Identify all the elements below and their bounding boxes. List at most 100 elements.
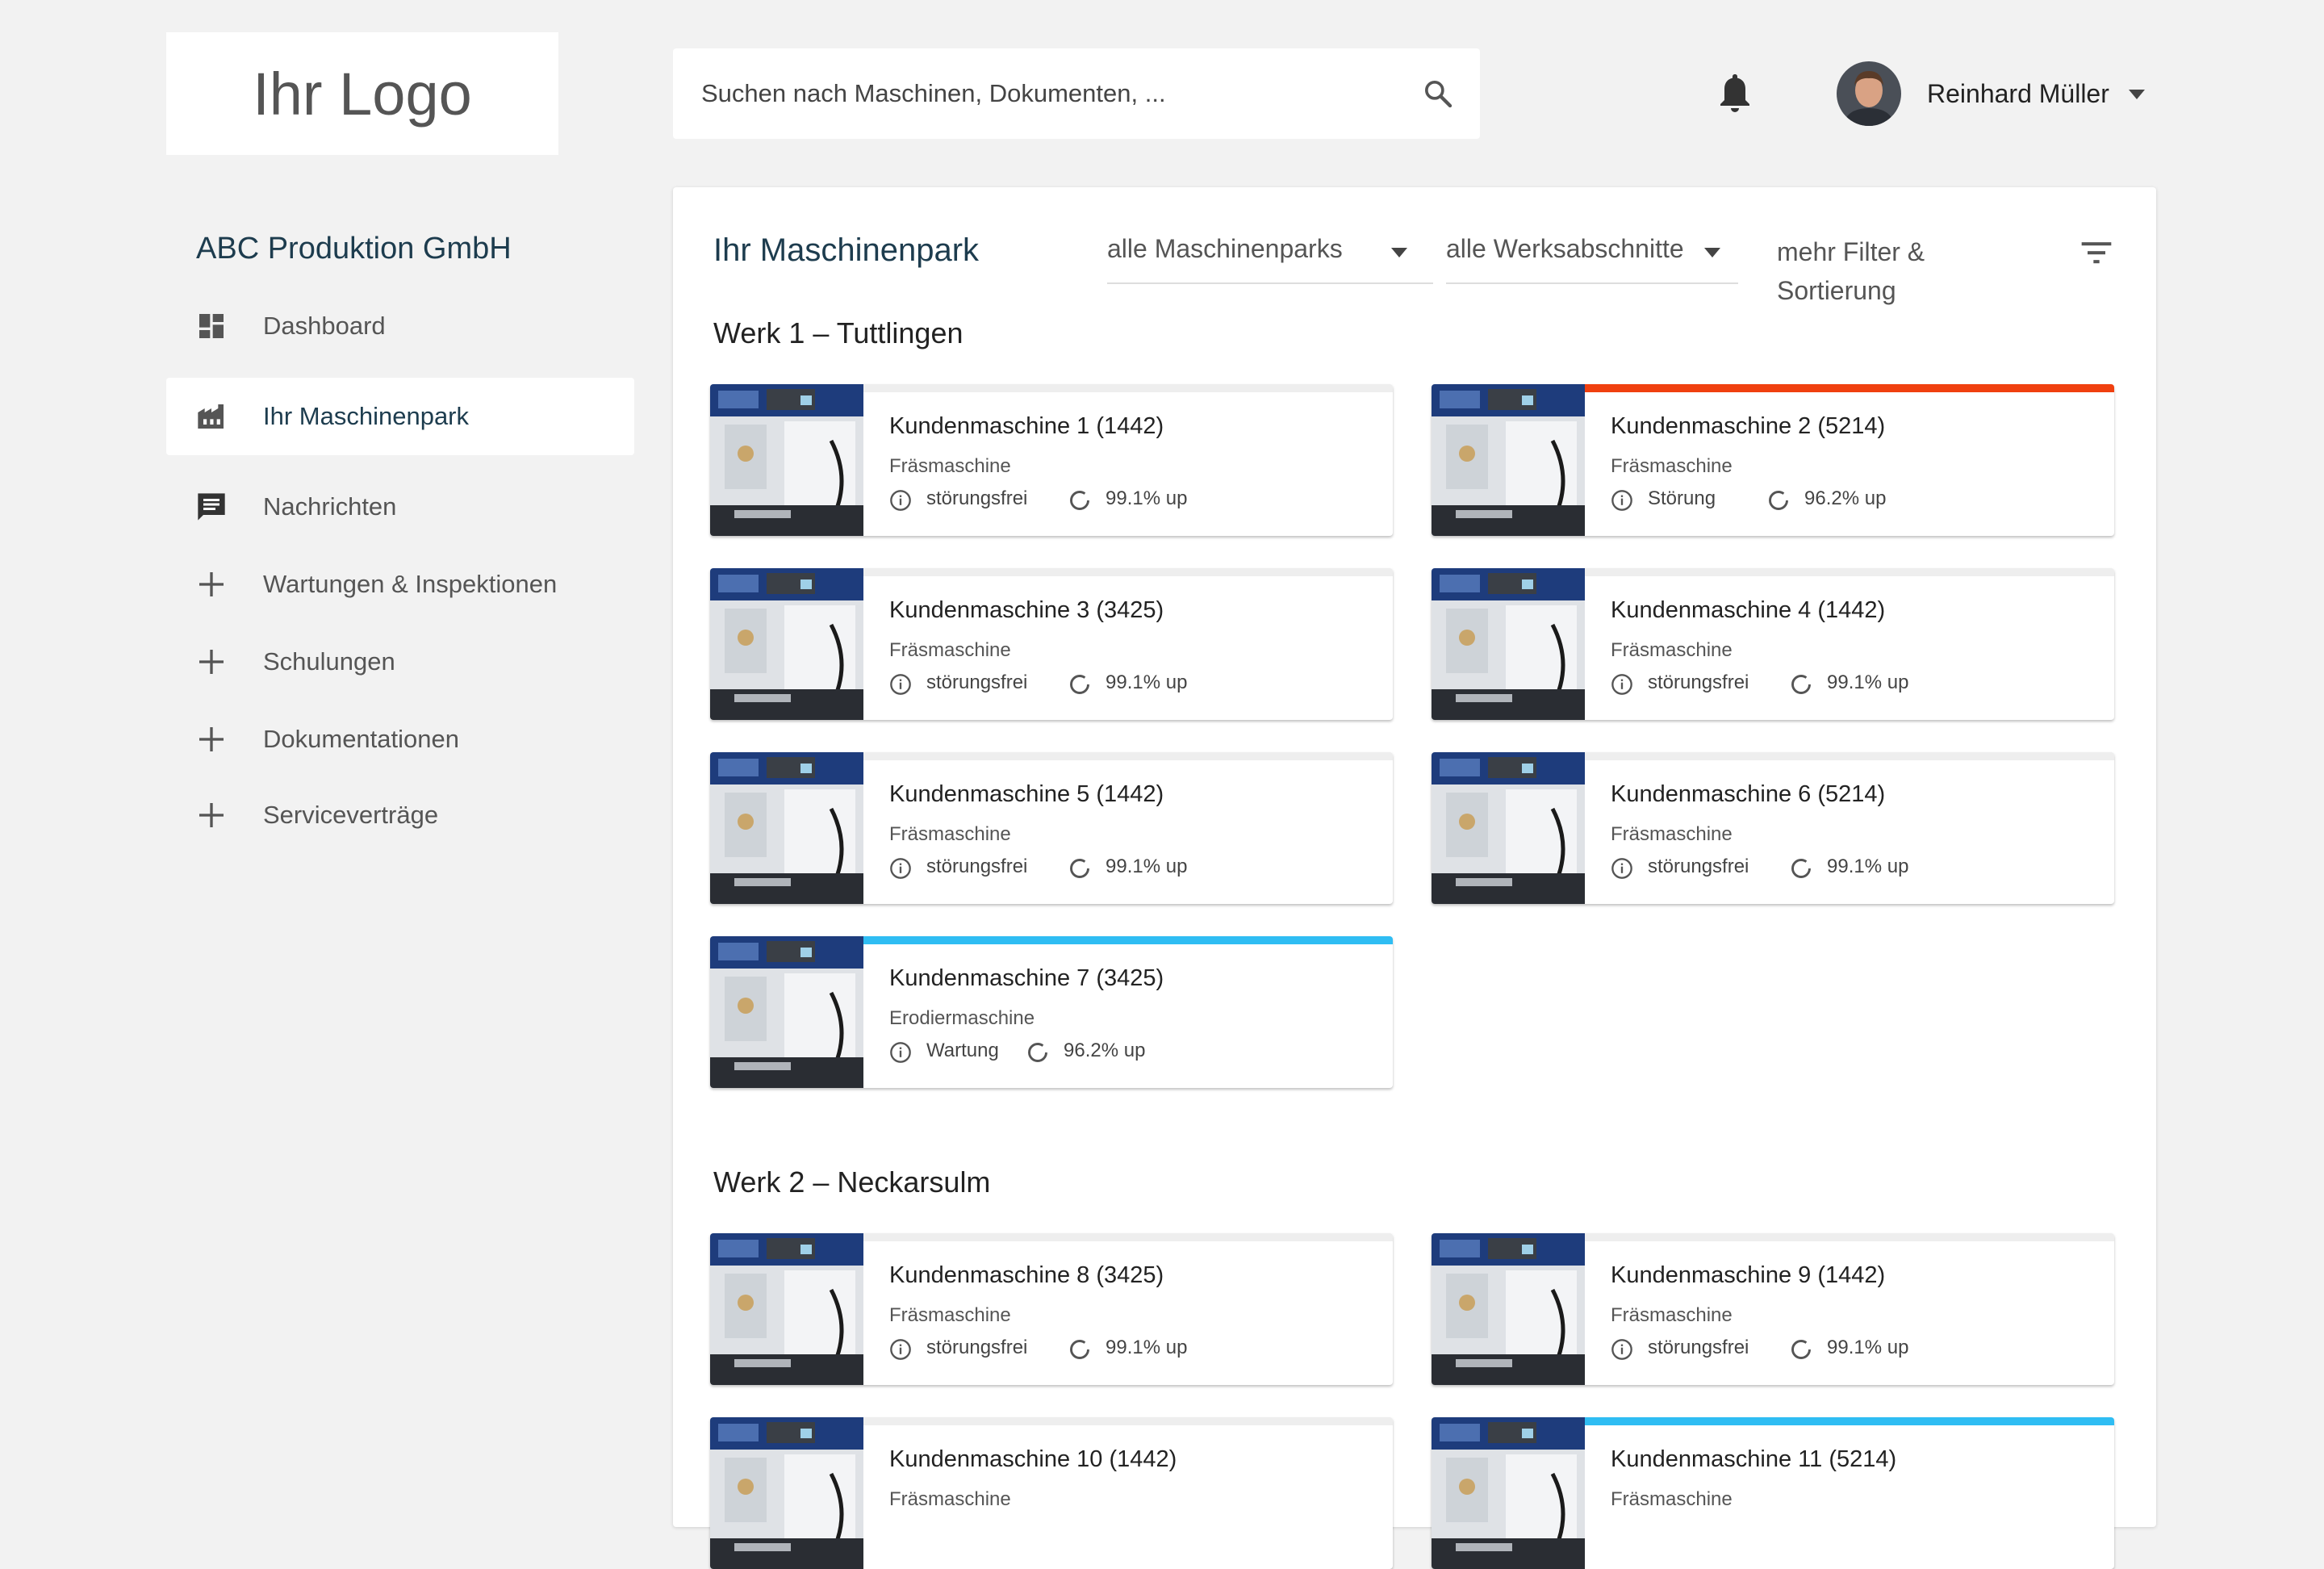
sidebar-item-schulungen[interactable]: Schulungen (166, 623, 634, 701)
machine-card[interactable]: Kundenmaschine 1 (1442) Fräsmaschine störu… (710, 384, 1393, 536)
machine-title: Kundenmaschine 10 (1442) (889, 1446, 1177, 1472)
status-bar (1585, 752, 2114, 760)
uptime-text: 96.2% up (1804, 487, 1887, 509)
sidebar-item-servicevertraege[interactable]: Serviceverträge (166, 776, 634, 854)
section-filter-select[interactable]: alle Werksabschnitte (1446, 234, 1738, 284)
more-filter-label: mehr Filter & (1777, 237, 1925, 266)
search-icon[interactable] (1422, 77, 1454, 110)
main-panel: Ihr Maschinenpark alle Maschinenparks al… (673, 187, 2156, 1569)
park-filter-select[interactable]: alle Maschinenparks (1107, 234, 1433, 284)
uptime-text: 99.1% up (1106, 672, 1188, 693)
machine-title: Kundenmaschine 9 (1442) (1611, 1262, 1886, 1288)
machine-image (710, 1417, 863, 1569)
sidebar-item-dokumentationen[interactable]: Dokumentationen (166, 701, 634, 778)
filter-icon[interactable] (2079, 239, 2114, 266)
info-icon (890, 1042, 911, 1063)
uptime-icon (1791, 859, 1811, 878)
machine-title: Kundenmaschine 2 (5214) (1611, 413, 1886, 439)
status-bar (863, 752, 1393, 760)
info-icon (890, 1339, 911, 1360)
machine-type: Fräsmaschine (889, 639, 1011, 661)
search-bar[interactable] (673, 48, 1480, 139)
plus-icon (199, 803, 224, 827)
machine-title: Kundenmaschine 8 (3425) (889, 1262, 1164, 1288)
sidebar-item-label: Wartungen & Inspektionen (263, 570, 558, 598)
search-input[interactable] (700, 69, 1397, 119)
uptime-text: 96.2% up (1064, 1040, 1146, 1061)
avatar-image (1837, 61, 1901, 126)
status-text: Störung (1648, 487, 1716, 509)
status-text: störungsfrei (1648, 856, 1749, 877)
plus-icon (199, 727, 224, 751)
uptime-text: 99.1% up (1827, 672, 1909, 693)
machine-title: Kundenmaschine 4 (1442) (1611, 597, 1886, 623)
uptime-icon (1070, 675, 1089, 694)
sidebar-item-label: Dokumentationen (263, 725, 459, 753)
avatar[interactable] (1837, 61, 1901, 126)
sidebar-item-wartungen[interactable]: Wartungen & Inspektionen (166, 546, 634, 623)
user-name[interactable]: Reinhard Müller (1927, 79, 2109, 109)
more-filter-link[interactable]: mehr Filter & Sortierung (1777, 232, 1925, 310)
uptime-icon (1791, 675, 1811, 694)
status-bar (863, 1233, 1393, 1241)
uptime-icon (1070, 491, 1089, 510)
machine-title: Kundenmaschine 3 (3425) (889, 597, 1164, 623)
machine-type: Erodiermaschine (889, 1007, 1035, 1029)
info-icon (1611, 1339, 1632, 1360)
status-text: störungsfrei (926, 487, 1028, 509)
machine-card[interactable]: Kundenmaschine 4 (1442) Fräsmaschine störu… (1432, 568, 2114, 720)
status-text: störungsfrei (926, 856, 1028, 877)
status-text: störungsfrei (926, 672, 1028, 693)
machine-type: Fräsmaschine (889, 1304, 1011, 1326)
uptime-icon (1070, 1340, 1089, 1359)
status-bar (1585, 568, 2114, 576)
bell-icon[interactable] (1716, 71, 1754, 116)
machine-card[interactable]: Kundenmaschine 7 (3425) Erodiermaschine Wa… (710, 936, 1393, 1088)
machine-card[interactable]: Kundenmaschine 10 (1442) Fräsmaschine (710, 1417, 1393, 1569)
machine-image (710, 1233, 863, 1385)
sidebar-item-nachrichten[interactable]: Nachrichten (166, 468, 634, 546)
uptime-icon (1769, 491, 1788, 510)
sidebar-item-maschinenpark[interactable]: Ihr Maschinenpark (166, 378, 634, 455)
section-title: Werk 2 – Neckarsulm (713, 1165, 991, 1199)
machine-type: Fräsmaschine (1611, 639, 1733, 661)
uptime-icon (1070, 859, 1089, 878)
machine-image (1432, 1233, 1585, 1385)
info-icon (890, 490, 911, 511)
info-icon (890, 674, 911, 695)
plus-icon (199, 650, 224, 674)
sidebar-item-dashboard[interactable]: Dashboard (166, 287, 634, 365)
uptime-text: 99.1% up (1827, 1337, 1909, 1358)
machine-image (1432, 752, 1585, 904)
machine-image (1432, 1417, 1585, 1569)
sidebar-item-label: Nachrichten (263, 492, 397, 521)
chevron-down-icon[interactable] (2129, 89, 2145, 100)
section-title: Werk 1 – Tuttlingen (713, 316, 963, 349)
machine-title: Kundenmaschine 1 (1442) (889, 413, 1164, 439)
machine-image (710, 384, 863, 536)
uptime-text: 99.1% up (1106, 856, 1188, 877)
logo[interactable]: Ihr Logo (166, 32, 558, 155)
status-text: störungsfrei (1648, 672, 1749, 693)
status-bar (1585, 1417, 2114, 1425)
message-icon (198, 493, 225, 521)
machine-card[interactable]: Kundenmaschine 3 (3425) Fräsmaschine störu… (710, 568, 1393, 720)
machine-image (710, 752, 863, 904)
company-name: ABC Produktion GmbH (196, 232, 512, 266)
machine-title: Kundenmaschine 7 (3425) (889, 965, 1164, 991)
machine-card[interactable]: Kundenmaschine 9 (1442) Fräsmaschine störu… (1432, 1233, 2114, 1385)
dashboard-icon (199, 314, 224, 338)
sidebar-item-label: Schulungen (263, 647, 395, 676)
machine-card[interactable]: Kundenmaschine 2 (5214) Fräsmaschine Störu… (1432, 384, 2114, 536)
machine-card[interactable]: Kundenmaschine 6 (5214) Fräsmaschine störu… (1432, 752, 2114, 904)
chevron-down-icon (1391, 248, 1407, 257)
machine-card[interactable]: Kundenmaschine 5 (1442) Fräsmaschine störu… (710, 752, 1393, 904)
machine-image (710, 936, 863, 1088)
machine-card[interactable]: Kundenmaschine 11 (5214) Fräsmaschine (1432, 1417, 2114, 1569)
info-icon (1611, 674, 1632, 695)
status-text: Wartung (926, 1040, 999, 1061)
park-filter-value: alle Maschinenparks (1107, 234, 1343, 263)
machine-card[interactable]: Kundenmaschine 8 (3425) Fräsmaschine störu… (710, 1233, 1393, 1385)
uptime-icon (1791, 1340, 1811, 1359)
status-text: störungsfrei (1648, 1337, 1749, 1358)
